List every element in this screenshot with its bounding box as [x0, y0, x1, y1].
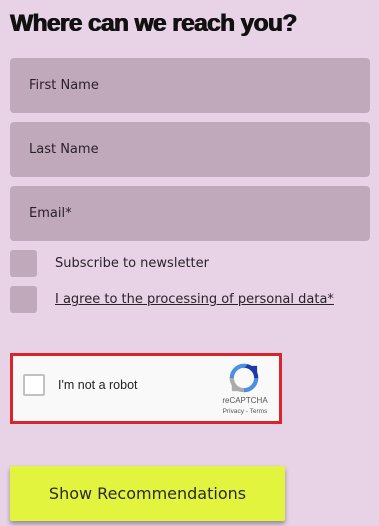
subscribe-row: Subscribe to newsletter	[10, 250, 209, 277]
agree-row: I agree to the processing of personal da…	[10, 286, 334, 313]
show-recommendations-button[interactable]: Show Recommendations	[10, 466, 285, 521]
recaptcha-checkbox[interactable]	[23, 374, 45, 396]
recaptcha-panel: I'm not a robot reCAPTCHA Privacy - Term…	[15, 358, 277, 419]
form-title: Where can we reach you?	[10, 10, 297, 37]
recaptcha-brand: reCAPTCHA	[222, 396, 268, 405]
email-field[interactable]: Email*	[10, 186, 370, 241]
last-name-placeholder: Last Name	[29, 142, 99, 157]
email-placeholder: Email*	[29, 206, 72, 221]
subscribe-label[interactable]: Subscribe to newsletter	[55, 256, 209, 271]
agree-terms-link[interactable]: I agree to the processing of personal da…	[55, 292, 334, 307]
recaptcha-terms-link[interactable]: Terms	[250, 408, 268, 415]
last-name-field[interactable]: Last Name	[10, 122, 370, 177]
agree-checkbox[interactable]	[10, 286, 37, 313]
subscribe-checkbox[interactable]	[10, 250, 37, 277]
first-name-field[interactable]: First Name	[10, 58, 370, 113]
recaptcha-links: Privacy - Terms	[214, 408, 276, 415]
recaptcha-logo-icon	[229, 363, 259, 393]
recaptcha-widget: I'm not a robot reCAPTCHA Privacy - Term…	[10, 353, 282, 424]
first-name-placeholder: First Name	[29, 78, 99, 93]
recaptcha-privacy-link[interactable]: Privacy	[223, 408, 244, 415]
recaptcha-label: I'm not a robot	[58, 378, 138, 392]
